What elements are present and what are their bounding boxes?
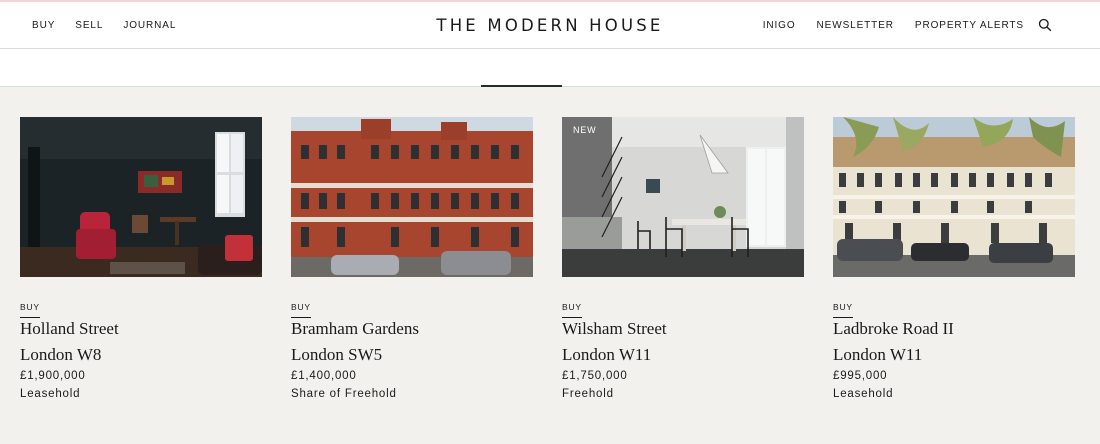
nav-journal[interactable]: JOURNAL [123, 20, 176, 31]
listing-area: London W8 [20, 345, 102, 364]
site-logo[interactable]: THE MODERN HOUSE [436, 16, 663, 35]
listing-title[interactable]: Ladbroke Road II [833, 319, 954, 339]
listing-card[interactable]: BUY Ladbroke Road II London W11 £995,000… [833, 117, 1075, 400]
listing-card[interactable]: NEW BUY Wilsham Street London W11 £1,750… [562, 117, 804, 400]
listing-photo[interactable] [20, 117, 262, 277]
listing-title[interactable]: Bramham Gardens [291, 319, 419, 339]
listing-price: £995,000 [833, 370, 888, 382]
listing-price: £1,400,000 [291, 370, 357, 382]
listing-card[interactable]: BUY Bramham Gardens London SW5 £1,400,00… [291, 117, 533, 400]
new-badge: NEW [573, 125, 597, 135]
secondary-nav: INIGO NEWSLETTER PROPERTY ALERTS [763, 2, 1024, 48]
nav-inigo[interactable]: INIGO [763, 20, 796, 31]
active-tab-indicator [481, 85, 562, 87]
listing-meta: BUY [833, 297, 853, 318]
primary-nav: BUY SELL JOURNAL [32, 2, 176, 48]
listing-meta: BUY [20, 297, 40, 318]
nav-sell[interactable]: SELL [75, 20, 103, 31]
listing-price: £1,750,000 [562, 370, 628, 382]
listing-photo[interactable] [562, 117, 804, 277]
listing-price: £1,900,000 [20, 370, 86, 382]
listing-photo[interactable] [833, 117, 1075, 277]
listing-title[interactable]: Holland Street [20, 319, 119, 339]
listing-meta: BUY [291, 297, 311, 318]
listing-tenure: Freehold [562, 388, 614, 400]
site-header: BUY SELL JOURNAL THE MODERN HOUSE INIGO … [0, 2, 1100, 49]
listing-title[interactable]: Wilsham Street [562, 319, 667, 339]
listing-area: London W11 [833, 345, 923, 364]
listing-type-tag: BUY [562, 302, 582, 318]
search-icon [1038, 18, 1052, 32]
listing-tenure: Leasehold [20, 388, 81, 400]
listing-tenure: Share of Freehold [291, 388, 397, 400]
listing-meta: BUY [562, 297, 582, 318]
listing-tenure: Leasehold [833, 388, 894, 400]
listing-type-tag: BUY [833, 302, 853, 318]
listing-area: London SW5 [291, 345, 383, 364]
nav-newsletter[interactable]: NEWSLETTER [817, 20, 894, 31]
nav-buy[interactable]: BUY [32, 20, 55, 31]
listing-type-tag: BUY [291, 302, 311, 318]
listing-type-tag: BUY [20, 302, 40, 318]
nav-property-alerts[interactable]: PROPERTY ALERTS [915, 20, 1024, 31]
listing-card[interactable]: BUY Holland Street London W8 £1,900,000 … [20, 117, 262, 400]
listing-photo[interactable] [291, 117, 533, 277]
filter-tab-bar [0, 49, 1100, 87]
listing-area: London W11 [562, 345, 652, 364]
search-button[interactable] [1038, 18, 1052, 32]
